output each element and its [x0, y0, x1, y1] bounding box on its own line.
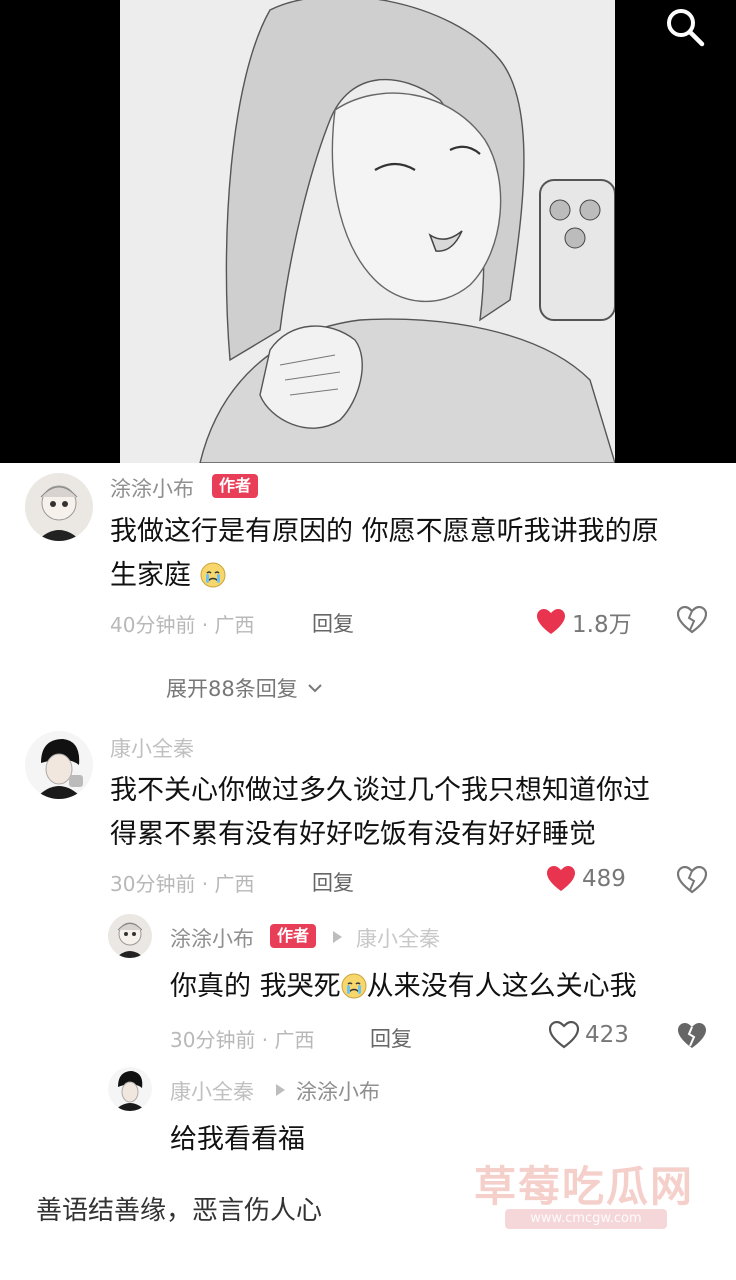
- avatar[interactable]: [25, 473, 93, 541]
- expand-replies-button[interactable]: 展开88条回复: [166, 673, 324, 703]
- reply-text-part-a: 你真的 我哭死: [170, 971, 341, 1002]
- reply-to-user[interactable]: 康小全秦: [356, 923, 440, 953]
- reply-text-part-b: 从来没有人这么关心我: [366, 971, 637, 1002]
- comment-time-location: 30分钟前 · 广西: [110, 872, 255, 896]
- like-button[interactable]: 1.8万: [536, 605, 632, 639]
- reply-button[interactable]: 回复: [312, 867, 354, 897]
- heart-icon: [537, 609, 565, 634]
- comment-text-line2: 得累不累有没有好好吃饭有没有好好睡觉: [110, 819, 596, 850]
- reply-author[interactable]: 康小全秦: [170, 1076, 254, 1106]
- avatar[interactable]: [108, 914, 152, 958]
- comment-text-line2: 生家庭: [110, 560, 191, 591]
- expand-replies-label: 展开88条回复: [166, 677, 298, 701]
- like-button[interactable]: 489: [546, 865, 626, 893]
- comment-text-line1: 我不关心你做过多久谈过几个我只想知道你过: [110, 775, 650, 806]
- like-button[interactable]: 423: [549, 1021, 629, 1049]
- reply-text: 给我看看福: [170, 1124, 305, 1155]
- reply-author[interactable]: 涂涂小布: [170, 923, 254, 953]
- avatar[interactable]: [108, 1067, 152, 1111]
- crying-emoji-icon: [200, 562, 226, 588]
- sketch-portrait-image: [120, 0, 615, 463]
- broken-heart-icon: [678, 1023, 706, 1048]
- watermark-title: 草莓吃瓜网: [474, 1162, 695, 1211]
- author-badge: 作者: [270, 924, 317, 948]
- footer-quote: 善语结善缘，恶言伤人心: [36, 1196, 323, 1226]
- comment-time-location: 40分钟前 · 广西: [110, 613, 255, 637]
- broken-heart-icon: [676, 865, 708, 894]
- comment-text: 我做这行是有原因的 你愿不愿意听我讲我的原 生家庭: [110, 510, 659, 598]
- heart-outline-icon: [549, 1021, 579, 1049]
- author-badge: 作者: [212, 474, 259, 498]
- like-count: 489: [582, 866, 626, 892]
- heart-icon: [547, 866, 575, 891]
- like-count: 423: [585, 1022, 629, 1048]
- search-icon[interactable]: [662, 4, 708, 50]
- chevron-down-icon: [308, 684, 322, 693]
- dislike-button[interactable]: [676, 605, 708, 638]
- reply-time-location: 30分钟前 · 广西: [170, 1028, 315, 1052]
- like-count: 1.8万: [572, 612, 632, 638]
- reply-button[interactable]: 回复: [312, 608, 354, 638]
- comment-text-line1: 我做这行是有原因的 你愿不愿意听我讲我的原: [110, 516, 659, 547]
- avatar[interactable]: [25, 731, 93, 799]
- broken-heart-icon: [676, 605, 708, 634]
- watermark-url: www.cmcgw.com: [505, 1209, 667, 1229]
- comment-text: 我不关心你做过多久谈过几个我只想知道你过 得累不累有没有好好吃饭有没有好好睡觉: [110, 769, 650, 857]
- reply-text: 你真的 我哭死 从来没有人这么关心我: [170, 965, 637, 1009]
- reply-button[interactable]: 回复: [370, 1023, 412, 1053]
- crying-emoji-icon: [341, 973, 367, 999]
- comment-author[interactable]: 涂涂小布: [110, 473, 194, 503]
- dislike-button[interactable]: [676, 865, 708, 898]
- reply-to-arrow-icon: [333, 931, 342, 943]
- dislike-button[interactable]: [677, 1022, 707, 1054]
- reply-to-user[interactable]: 涂涂小布: [296, 1076, 380, 1106]
- post-media[interactable]: [0, 0, 736, 463]
- reply-to-arrow-icon: [276, 1084, 285, 1096]
- comment-author[interactable]: 康小全秦: [110, 733, 194, 763]
